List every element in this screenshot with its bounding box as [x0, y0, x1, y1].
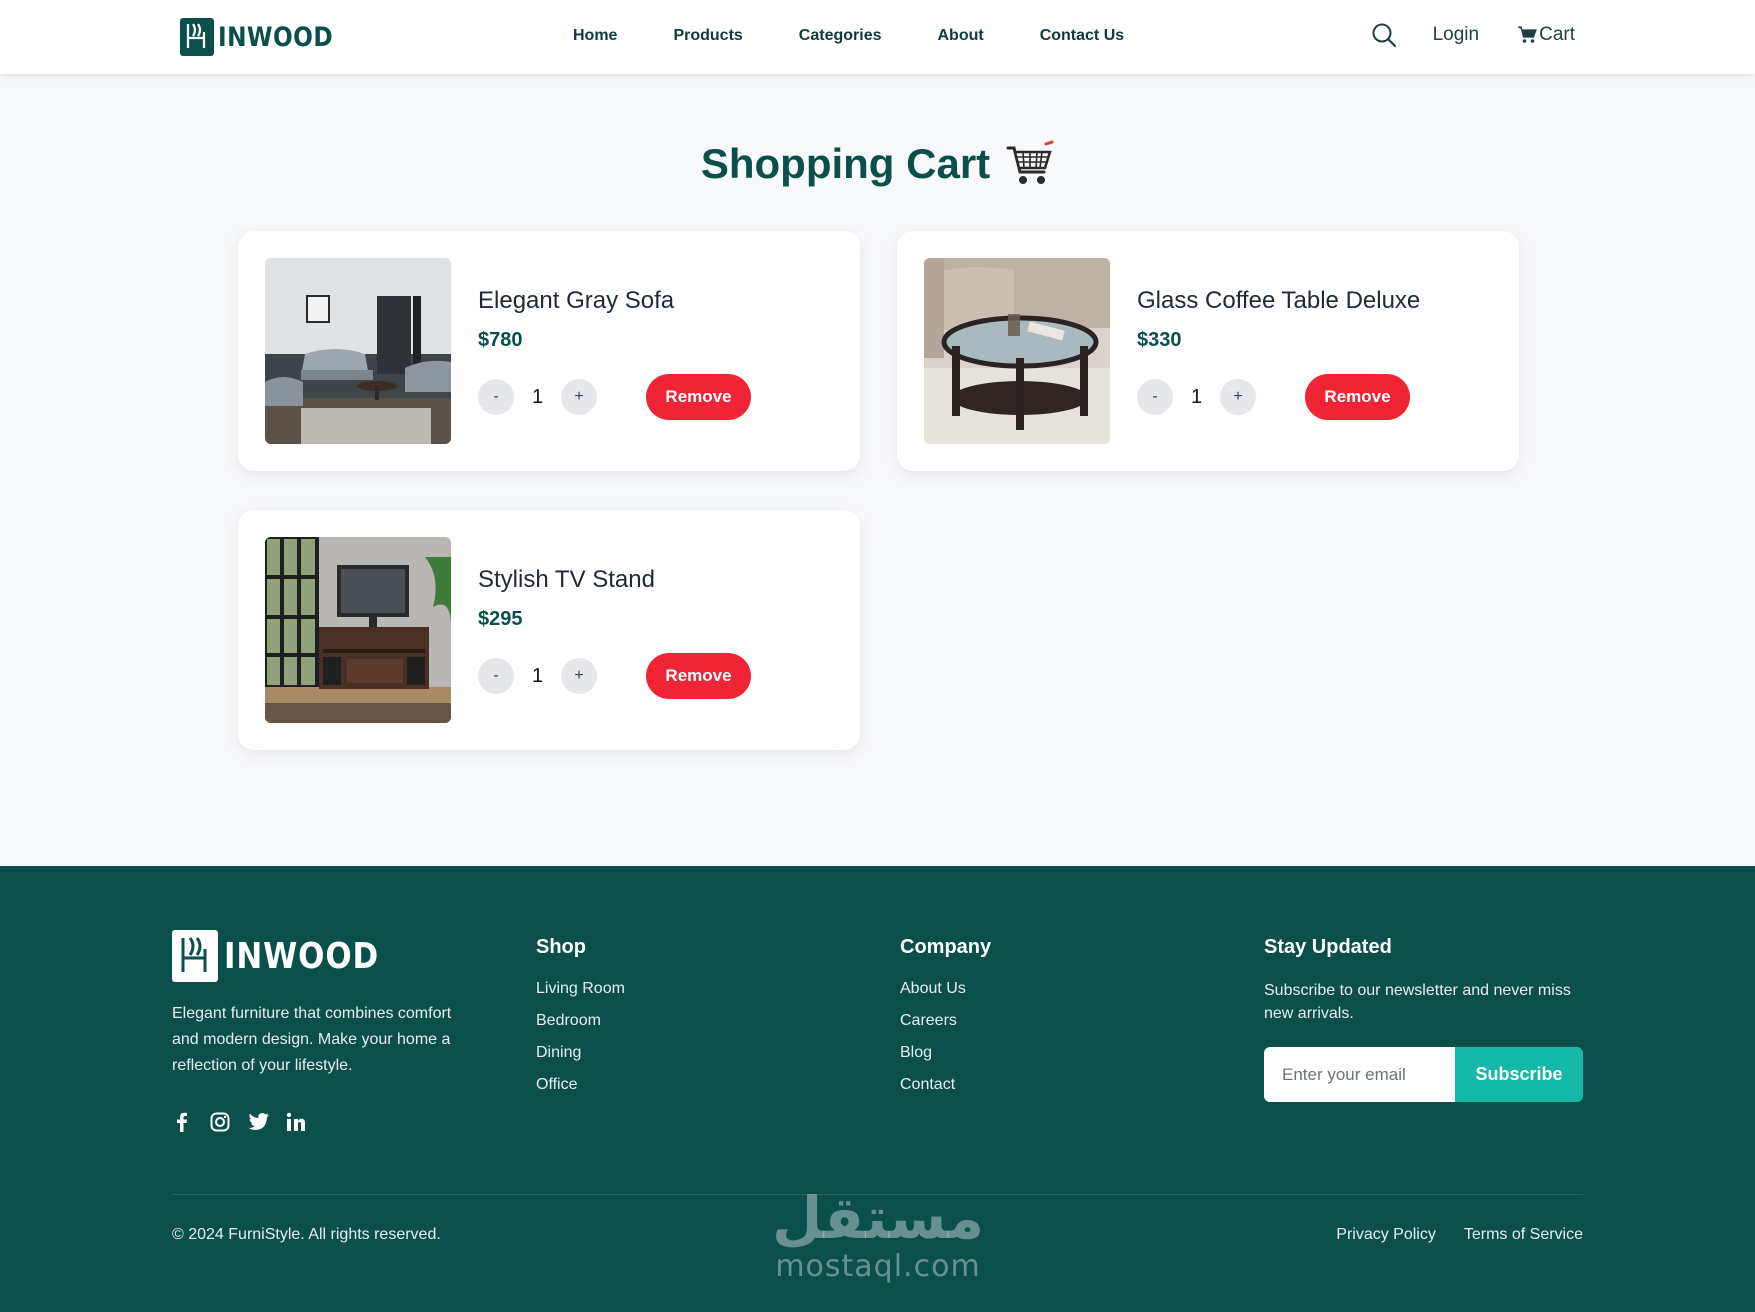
chair-logo-icon	[172, 930, 218, 982]
nav-categories[interactable]: Categories	[799, 27, 882, 45]
search-icon[interactable]	[1371, 22, 1397, 48]
twitter-icon[interactable]	[248, 1112, 269, 1132]
email-input[interactable]	[1264, 1047, 1455, 1102]
footer-link-about-us[interactable]: About Us	[900, 979, 991, 999]
footer-link-contact[interactable]: Contact	[900, 1075, 991, 1095]
footer-company-column: Company About Us Careers Blog Contact	[900, 936, 991, 1107]
brand-name: INWOOD	[218, 21, 334, 53]
footer-shop-column: Shop Living Room Bedroom Dining Office	[536, 936, 625, 1107]
footer-shop-title: Shop	[536, 936, 586, 958]
decrease-quantity-button[interactable]: -	[1137, 379, 1173, 415]
item-price: $330	[1137, 329, 1182, 351]
site-header: INWOOD Home Products Categories About Co…	[0, 0, 1755, 74]
nav-products[interactable]: Products	[673, 27, 742, 45]
watermark-text: mostaql.com	[775, 1249, 981, 1284]
item-price: $780	[478, 329, 523, 351]
header-actions: Login Cart	[1371, 22, 1575, 48]
tv-stand-image	[265, 537, 451, 723]
item-name: Stylish TV Stand	[478, 566, 655, 593]
footer-link-careers[interactable]: Careers	[900, 1011, 991, 1031]
footer-link-bedroom[interactable]: Bedroom	[536, 1011, 625, 1031]
subscribe-button[interactable]: Subscribe	[1455, 1047, 1583, 1102]
privacy-policy-link[interactable]: Privacy Policy	[1336, 1226, 1436, 1244]
chair-logo-icon	[180, 18, 214, 56]
quantity-stepper: - 1 +	[478, 379, 597, 415]
remove-button[interactable]: Remove	[646, 653, 751, 699]
instagram-icon[interactable]	[210, 1112, 230, 1132]
coffee-table-image	[924, 258, 1110, 444]
footer-description: Elegant furniture that combines comfort …	[172, 1005, 452, 1074]
nav-contact[interactable]: Contact Us	[1040, 27, 1124, 45]
facebook-icon[interactable]	[172, 1112, 192, 1132]
quantity-value: 1	[531, 385, 544, 408]
increase-quantity-button[interactable]: +	[561, 379, 597, 415]
footer-company-title: Company	[900, 936, 992, 958]
linkedin-icon[interactable]	[286, 1112, 306, 1132]
cart-label: Cart	[1539, 24, 1575, 45]
watermark-arabic: مستقل	[771, 1184, 985, 1252]
cart-item: Stylish TV Stand $295 - 1 + Remove	[238, 510, 860, 750]
decrease-quantity-button[interactable]: -	[478, 658, 514, 694]
brand-logo[interactable]: INWOOD	[180, 18, 352, 56]
item-name: Glass Coffee Table Deluxe	[1137, 287, 1421, 314]
footer-brand-name: INWOOD	[224, 935, 380, 977]
footer-link-office[interactable]: Office	[536, 1075, 625, 1095]
remove-button[interactable]: Remove	[646, 374, 751, 420]
newsletter-title: Stay Updated	[1264, 936, 1392, 958]
quantity-stepper: - 1 +	[1137, 379, 1256, 415]
cart-link[interactable]: Cart	[1517, 24, 1575, 46]
page-title-wrap: Shopping Cart	[0, 140, 1755, 188]
quantity-value: 1	[1190, 385, 1203, 408]
newsletter-description: Subscribe to our newsletter and never mi…	[1264, 982, 1571, 1022]
shopping-cart-icon	[1006, 140, 1054, 184]
increase-quantity-button[interactable]: +	[561, 658, 597, 694]
increase-quantity-button[interactable]: +	[1220, 379, 1256, 415]
legal-links: Privacy Policy Terms of Service	[1336, 1226, 1583, 1244]
footer-brand-logo[interactable]: INWOOD	[172, 930, 404, 982]
mostaql-watermark: مستقل mostaql.com	[770, 1184, 986, 1282]
cart-icon	[1518, 26, 1537, 43]
decrease-quantity-button[interactable]: -	[478, 379, 514, 415]
footer-newsletter-column: Stay Updated Subscribe to our newsletter…	[1264, 936, 1584, 1025]
copyright-text: © 2024 FurniStyle. All rights reserved.	[172, 1226, 441, 1243]
newsletter-form: Subscribe	[1264, 1047, 1583, 1102]
quantity-value: 1	[531, 664, 544, 687]
page-title: Shopping Cart	[700, 140, 991, 187]
remove-button[interactable]: Remove	[1305, 374, 1410, 420]
social-links	[172, 1112, 306, 1132]
sofa-image	[265, 258, 451, 444]
terms-of-service-link[interactable]: Terms of Service	[1464, 1226, 1583, 1244]
item-price: $295	[478, 608, 523, 630]
main-nav: Home Products Categories About Contact U…	[573, 27, 1124, 45]
nav-about[interactable]: About	[938, 27, 984, 45]
cart-item: Glass Coffee Table Deluxe $330 - 1 + Rem…	[897, 231, 1519, 471]
footer-link-living-room[interactable]: Living Room	[536, 979, 625, 999]
site-footer: INWOOD Elegant furniture that combines c…	[0, 866, 1755, 1312]
login-link[interactable]: Login	[1433, 24, 1480, 46]
quantity-stepper: - 1 +	[478, 658, 597, 694]
footer-link-blog[interactable]: Blog	[900, 1043, 991, 1063]
cart-item: Elegant Gray Sofa $780 - 1 + Remove	[238, 231, 860, 471]
nav-home[interactable]: Home	[573, 27, 617, 45]
item-name: Elegant Gray Sofa	[478, 287, 675, 314]
footer-link-dining[interactable]: Dining	[536, 1043, 625, 1063]
